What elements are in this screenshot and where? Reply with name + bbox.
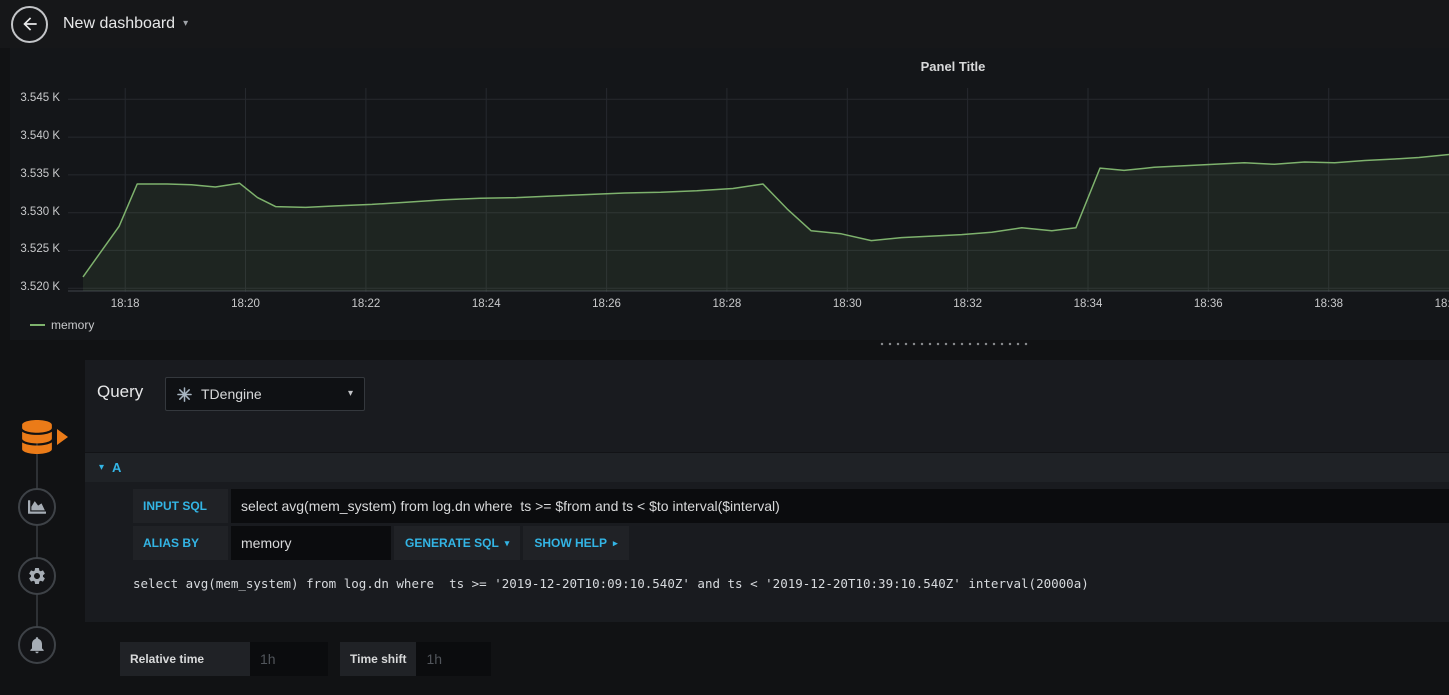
chevron-right-icon: ▸: [613, 537, 618, 548]
chevron-down-icon: ▾: [504, 537, 510, 548]
legend-series-name[interactable]: memory: [51, 318, 94, 332]
query-row-header[interactable]: ▾ A: [85, 452, 1449, 482]
y-tick-label: 3.535 K: [20, 167, 60, 180]
y-tick-label: 3.530 K: [20, 205, 60, 218]
show-help-button-label: SHOW HELP: [534, 536, 607, 550]
chevron-down-icon: ▾: [183, 18, 189, 29]
input-sql-label: INPUT SQL: [133, 489, 228, 523]
gear-icon: [29, 568, 45, 584]
panel-resize-handle[interactable]: [878, 342, 1028, 346]
show-help-button[interactable]: SHOW HELP ▸: [523, 526, 629, 560]
generate-sql-button-label: GENERATE SQL: [405, 536, 499, 550]
chart-icon: [28, 500, 46, 514]
x-tick-label: 18:18: [110, 298, 140, 310]
legend: memory: [30, 318, 94, 332]
x-tick-label: 18:26: [592, 298, 621, 310]
header: New dashboard ▾: [0, 0, 1449, 48]
x-tick-label: 18:22: [351, 298, 381, 310]
relative-time-input[interactable]: [250, 642, 328, 676]
x-tick-label: 18:32: [953, 298, 982, 310]
x-tick-label: 18:20: [231, 298, 260, 310]
collapse-caret-icon: ▾: [99, 462, 105, 473]
datasource-picker[interactable]: TDengine ▾: [165, 377, 365, 411]
editor-tab-rail: [0, 348, 85, 695]
chart-panel: Panel Title 3.545 K 3.540 K 3.535 K 3.530 K…: [10, 48, 1449, 340]
x-tick-label: 18:30: [832, 298, 862, 310]
y-tick-label: 3.540 K: [20, 130, 60, 143]
generate-sql-button[interactable]: GENERATE SQL ▾: [394, 526, 521, 560]
query-card: Query TDengine ▾ ▾ A INPUT SQL ALIAS BY: [85, 360, 1449, 622]
input-sql-row: INPUT SQL: [85, 489, 1449, 523]
database-icon: [22, 420, 52, 454]
x-tick-label: 18:40: [1434, 298, 1449, 310]
panel-editor: Query TDengine ▾ ▾ A INPUT SQL ALIAS BY: [0, 348, 1449, 695]
active-tab-arrow-icon: [57, 429, 68, 445]
x-tick-label: 18:28: [712, 298, 742, 310]
dashboard-title-menu[interactable]: New dashboard ▾: [63, 15, 188, 33]
y-tick-label: 3.525 K: [20, 243, 60, 256]
time-shift-label: Time shift: [340, 642, 417, 676]
chevron-down-icon: ▾: [347, 388, 353, 399]
query-editor: Query TDengine ▾ ▾ A INPUT SQL ALIAS BY: [85, 348, 1449, 695]
grafana-panel-edit-page: New dashboard ▾ Panel Title 3.545 K 3.540…: [0, 0, 1449, 695]
query-ref-id: A: [112, 460, 122, 475]
x-tick-label: 18:24: [471, 298, 501, 310]
alias-by-field[interactable]: [231, 526, 391, 560]
y-tick-label: 3.545 K: [20, 92, 60, 105]
tab-general[interactable]: [18, 557, 56, 595]
datasource-name: TDengine: [201, 386, 262, 402]
datasource-logo-icon: [177, 386, 192, 402]
x-tick-label: 18:36: [1193, 298, 1223, 310]
y-tick-label: 3.520 K: [20, 281, 60, 294]
dashboard-title: New dashboard: [63, 15, 176, 32]
x-tick-label: 18:34: [1073, 298, 1103, 310]
legend-color-swatch: [30, 324, 45, 326]
query-section-header: Query: [97, 374, 143, 410]
query-section-title: Query: [97, 382, 144, 401]
relative-time-label: Relative time: [120, 642, 250, 676]
bell-icon: [30, 637, 44, 654]
alias-by-label: ALIAS BY: [133, 526, 228, 560]
time-shift-input[interactable]: [416, 642, 492, 676]
panel-title[interactable]: Panel Title: [921, 59, 986, 74]
tab-rail-connector-line: [36, 437, 38, 645]
time-series-chart[interactable]: [68, 88, 1449, 292]
tab-alert[interactable]: [18, 626, 56, 664]
generated-sql-text: select avg(mem_system) from log.dn where…: [133, 576, 1089, 591]
arrow-left-icon: [22, 17, 37, 31]
x-tick-label: 18:38: [1314, 298, 1344, 310]
input-sql-field[interactable]: [231, 489, 1449, 523]
time-options-row: Relative time Time shift: [120, 642, 492, 676]
tab-queries[interactable]: [13, 411, 61, 463]
back-button[interactable]: [11, 5, 48, 43]
tab-visualization[interactable]: [18, 488, 56, 526]
alias-by-row: ALIAS BY GENERATE SQL ▾ SHOW HELP ▸: [85, 526, 1449, 560]
